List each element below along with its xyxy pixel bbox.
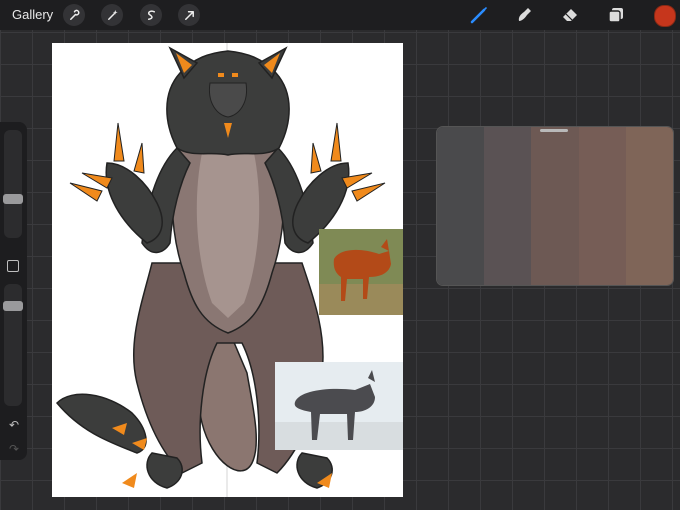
palette-swatch[interactable] — [578, 127, 626, 285]
left-sidebar: ↶ ↷ — [0, 122, 27, 460]
current-color-swatch[interactable] — [654, 5, 676, 27]
brush-size-thumb[interactable] — [3, 193, 23, 204]
opacity-thumb[interactable] — [3, 300, 23, 311]
brush-size-slider[interactable] — [3, 130, 23, 238]
palette-swatch[interactable] — [437, 127, 485, 285]
palette-swatch[interactable] — [484, 127, 532, 285]
eraser-icon[interactable] — [559, 4, 581, 26]
gray-wolf-reference-photo[interactable] — [275, 362, 403, 450]
top-toolbar: Gallery — [0, 0, 680, 30]
opacity-slider[interactable] — [3, 284, 23, 406]
gallery-button[interactable]: Gallery — [12, 7, 53, 22]
undo-icon[interactable]: ↶ — [6, 418, 22, 432]
smudge-icon[interactable] — [513, 4, 535, 26]
maned-wolf-reference-photo[interactable] — [319, 229, 403, 315]
selection-icon[interactable] — [140, 4, 162, 26]
wrench-icon[interactable] — [63, 4, 85, 26]
palette-swatch[interactable] — [531, 127, 579, 285]
magic-wand-icon[interactable] — [101, 4, 123, 26]
palette-swatch[interactable] — [625, 127, 673, 285]
layers-icon[interactable] — [605, 4, 627, 26]
color-palette-panel — [436, 126, 674, 286]
transform-arrow-icon[interactable] — [178, 4, 200, 26]
palette-drag-handle[interactable] — [540, 129, 568, 132]
modify-button[interactable] — [7, 260, 19, 272]
brush-icon[interactable] — [468, 4, 490, 26]
redo-icon[interactable]: ↷ — [6, 442, 22, 456]
